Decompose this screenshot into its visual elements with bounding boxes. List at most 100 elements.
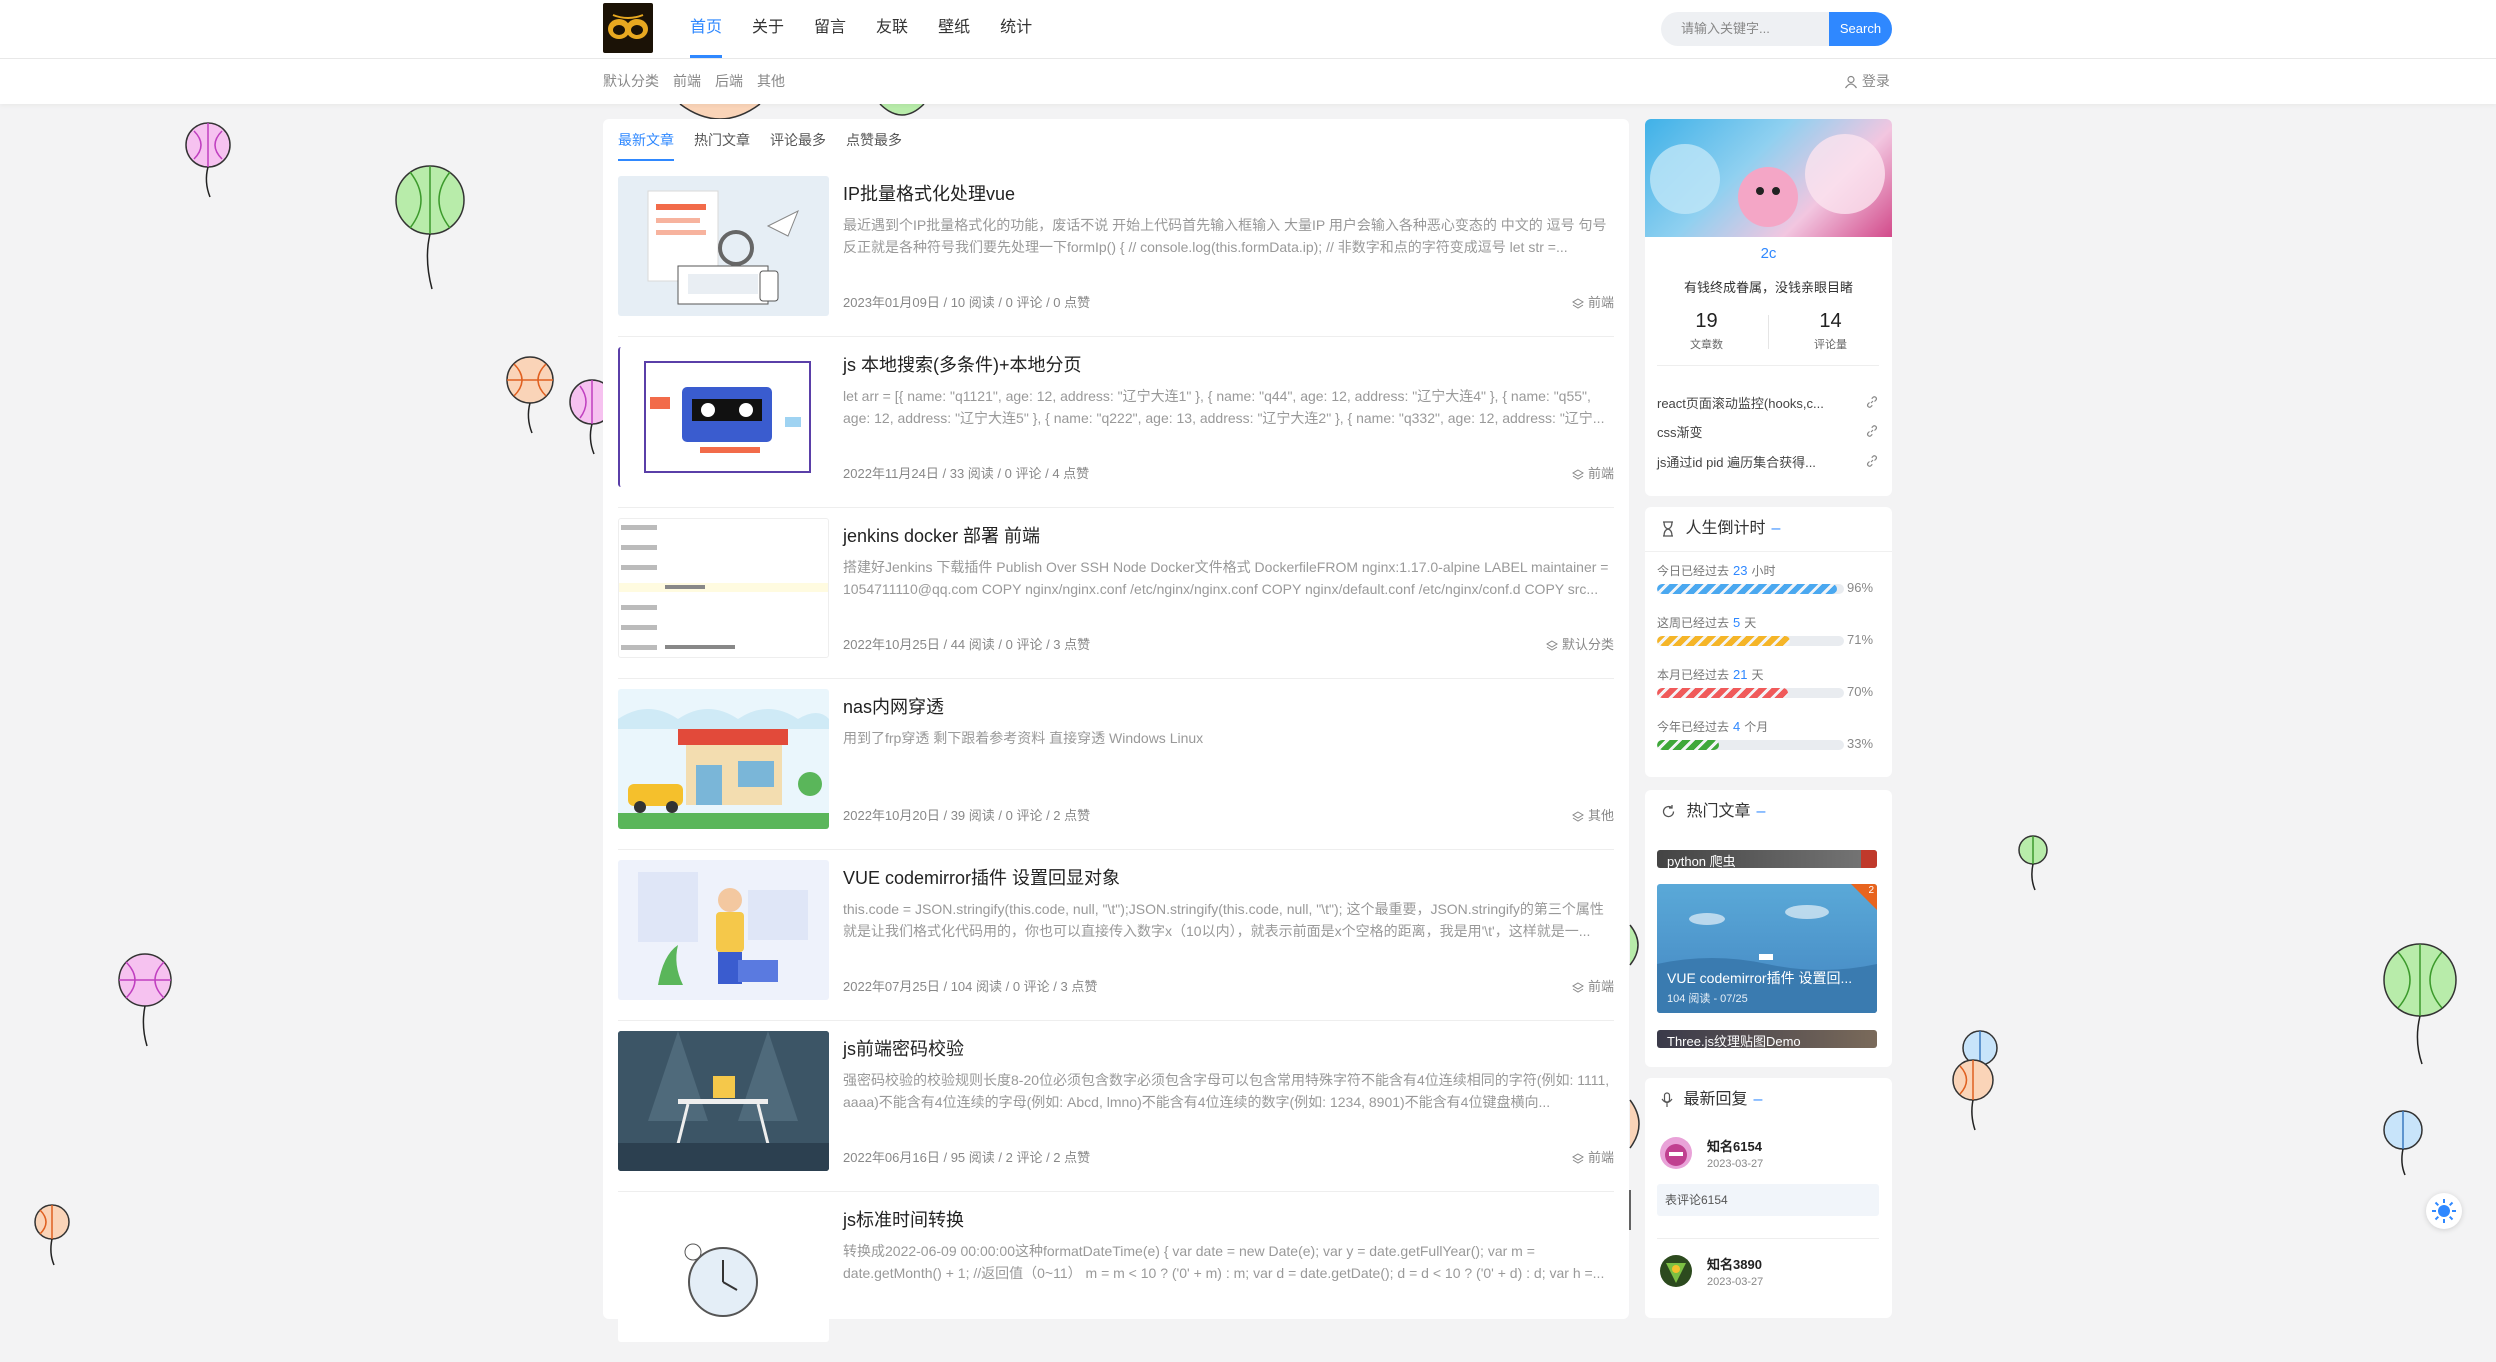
article-category-label: 前端 <box>1587 466 1614 481</box>
login-link[interactable]: 登录 <box>1844 59 1890 104</box>
recent-link-item[interactable]: css渐变 <box>1657 422 1879 441</box>
progress-percent: 33% <box>1847 736 1874 751</box>
article-comments: 0 评论 <box>1004 466 1042 481</box>
avatar[interactable] <box>1660 1137 1692 1169</box>
link-icon <box>1867 455 1877 467</box>
tab-most-comments[interactable]: 评论最多 <box>770 119 826 161</box>
countdown-unit: 天 <box>1744 616 1757 630</box>
article-item[interactable]: VUE codemirror插件 设置回显对象 this.code = JSON… <box>618 850 1614 1021</box>
article-thumbnail[interactable] <box>618 1031 829 1171</box>
article-list-card: 最新文章 热门文章 评论最多 点赞最多 IP批量格式化处理vue 最近遇到个IP… <box>603 119 1629 1342</box>
avatar-face-icon <box>1665 1144 1687 1166</box>
divider <box>1657 1238 1879 1239</box>
nav-home[interactable]: 首页 <box>675 0 737 58</box>
article-item[interactable]: jenkins docker 部署 前端 搭建好Jenkins 下载插件 Pub… <box>618 508 1614 679</box>
hot-articles-title: 热门文章 <box>1686 803 1751 820</box>
article-title[interactable]: VUE codemirror插件 设置回显对象 <box>843 864 1120 890</box>
theme-toggle-button[interactable] <box>2426 1193 2462 1229</box>
reply-user[interactable]: 知名3890 <box>1707 1254 1762 1273</box>
nav-friends[interactable]: 友联 <box>861 0 923 58</box>
article-meta: 2022年07月25日 / 104 阅读 / 0 评论 / 3 点赞 <box>843 979 1098 994</box>
article-title[interactable]: jenkins docker 部署 前端 <box>843 522 1040 548</box>
site-logo[interactable] <box>603 3 653 53</box>
article-date: 2022年10月25日 <box>843 637 940 652</box>
countdown-unit: 天 <box>1751 668 1764 682</box>
countdown-value: 5 <box>1733 615 1741 630</box>
reply-user[interactable]: 知名6154 <box>1707 1136 1762 1155</box>
main-nav: 首页 关于 留言 友联 壁纸 统计 <box>675 0 1047 58</box>
nav-wallpaper[interactable]: 壁纸 <box>923 0 985 58</box>
tab-most-likes[interactable]: 点赞最多 <box>846 119 902 161</box>
countdown-value: 21 <box>1733 667 1748 682</box>
article-category[interactable]: 前端 <box>1572 292 1614 311</box>
category-other[interactable]: 其他 <box>757 59 785 104</box>
category-default[interactable]: 默认分类 <box>603 59 659 104</box>
article-likes: 0 点赞 <box>1053 295 1091 310</box>
hot-article-item[interactable]: python 爬虫 <box>1657 850 1877 868</box>
developer-illustration-icon <box>638 872 808 985</box>
top-navbar: 首页 关于 留言 友联 壁纸 统计 请输入关键字... Search <box>0 0 2496 59</box>
article-category[interactable]: 前端 <box>1572 976 1614 995</box>
article-thumbnail[interactable] <box>618 860 829 1000</box>
article-category-label: 前端 <box>1587 1150 1614 1165</box>
posts-stat: 19 文章数 <box>1645 310 1768 352</box>
article-summary: 搭建好Jenkins 下载插件 Publish Over SSH Node Do… <box>843 559 1609 597</box>
article-category[interactable]: 其他 <box>1572 805 1614 824</box>
article-reads: 104 阅读 <box>950 979 1002 994</box>
article-thumbnail[interactable] <box>618 1202 829 1342</box>
article-title[interactable]: js前端密码校验 <box>843 1035 964 1061</box>
posts-count: 19 <box>1695 310 1718 332</box>
article-item[interactable]: js标准时间转换 转换成2022-06-09 00:00:00这种formatD… <box>618 1192 1614 1362</box>
hot-article-item[interactable]: Three.js纹理贴图Demo <box>1657 1030 1877 1048</box>
article-title[interactable]: nas内网穿透 <box>843 693 944 719</box>
article-category[interactable]: 前端 <box>1572 463 1614 482</box>
article-thumbnail[interactable] <box>618 689 829 829</box>
divider <box>1657 365 1879 366</box>
article-reads: 10 阅读 <box>950 295 995 310</box>
article-item[interactable]: js 本地搜索(多条件)+本地分页 let arr = [{ name: "q1… <box>618 337 1614 508</box>
tab-latest[interactable]: 最新文章 <box>618 119 674 161</box>
progress-fill <box>1657 584 1837 594</box>
article-category-label: 前端 <box>1587 295 1614 310</box>
article-title[interactable]: js标准时间转换 <box>843 1206 964 1232</box>
article-date: 2022年06月16日 <box>843 1150 940 1165</box>
search-button[interactable]: Search <box>1829 12 1892 46</box>
countdown-prefix: 今年已经过去 <box>1657 720 1730 734</box>
search-input[interactable]: 请输入关键字... <box>1661 12 1829 46</box>
article-category[interactable]: 默认分类 <box>1546 634 1614 653</box>
latest-replies-card: 最新回复 – 知名6154 2023-03-27 表评论6154 知名3890 2… <box>1645 1078 1892 1318</box>
recent-link-item[interactable]: react页面滚动监控(hooks,c... <box>1657 393 1879 412</box>
tab-hot[interactable]: 热门文章 <box>694 119 750 161</box>
category-frontend[interactable]: 前端 <box>673 59 701 104</box>
article-item[interactable]: js前端密码校验 强密码校验的校验规则长度8-20位必须包含数字必须包含字母可以… <box>618 1021 1614 1192</box>
countdown-rows: 今日已经过去 23 小时 96% 这周已经过去 5 天 71% 本月已经过去 21 天 70% 今年已经… <box>1645 552 1892 760</box>
progress-percent: 96% <box>1847 580 1874 595</box>
article-date: 2022年10月20日 <box>843 808 940 823</box>
hot-article-item[interactable]: 2 VUE codemirror插件 设置回... 104 阅读 - 07/25 <box>1657 884 1877 1013</box>
article-item[interactable]: IP批量格式化处理vue 最近遇到个IP批量格式化的功能，废话不说 开始上代码首… <box>618 166 1614 337</box>
git-log-screenshot-icon <box>619 525 828 650</box>
avatar[interactable] <box>1660 1255 1692 1287</box>
article-tabs: 最新文章 热门文章 评论最多 点赞最多 <box>618 119 902 161</box>
article-title[interactable]: js 本地搜索(多条件)+本地分页 <box>843 351 1082 377</box>
nav-about[interactable]: 关于 <box>737 0 799 58</box>
progress-track <box>1657 688 1844 698</box>
nav-guestbook[interactable]: 留言 <box>799 0 861 58</box>
countdown-value: 4 <box>1733 719 1741 734</box>
article-category[interactable]: 前端 <box>1572 1147 1614 1166</box>
nav-stats[interactable]: 统计 <box>985 0 1047 58</box>
article-item[interactable]: nas内网穿透 用到了frp穿透 剩下跟着参考资料 直接穿透 Windows L… <box>618 679 1614 850</box>
hot-articles-card: 热门文章 – python 爬虫 2 VUE codemirror插件 设置回..… <box>1645 790 1892 1067</box>
article-thumbnail[interactable] <box>618 176 829 316</box>
profile-name[interactable]: 2c <box>1645 245 1892 262</box>
recent-link-title: css渐变 <box>1657 425 1703 440</box>
article-meta: 2022年10月25日 / 44 阅读 / 0 评论 / 3 点赞 <box>843 637 1091 652</box>
article-thumbnail[interactable] <box>618 518 829 658</box>
article-category-label: 默认分类 <box>1561 637 1614 652</box>
recent-link-item[interactable]: js通过id pid 遍历集合获得... <box>1657 452 1879 471</box>
article-title[interactable]: IP批量格式化处理vue <box>843 180 1015 206</box>
category-backend[interactable]: 后端 <box>715 59 743 104</box>
profile-banner <box>1645 119 1892 237</box>
article-thumbnail[interactable] <box>618 347 831 487</box>
countdown-row: 今年已经过去 4 个月 33% <box>1645 708 1892 760</box>
